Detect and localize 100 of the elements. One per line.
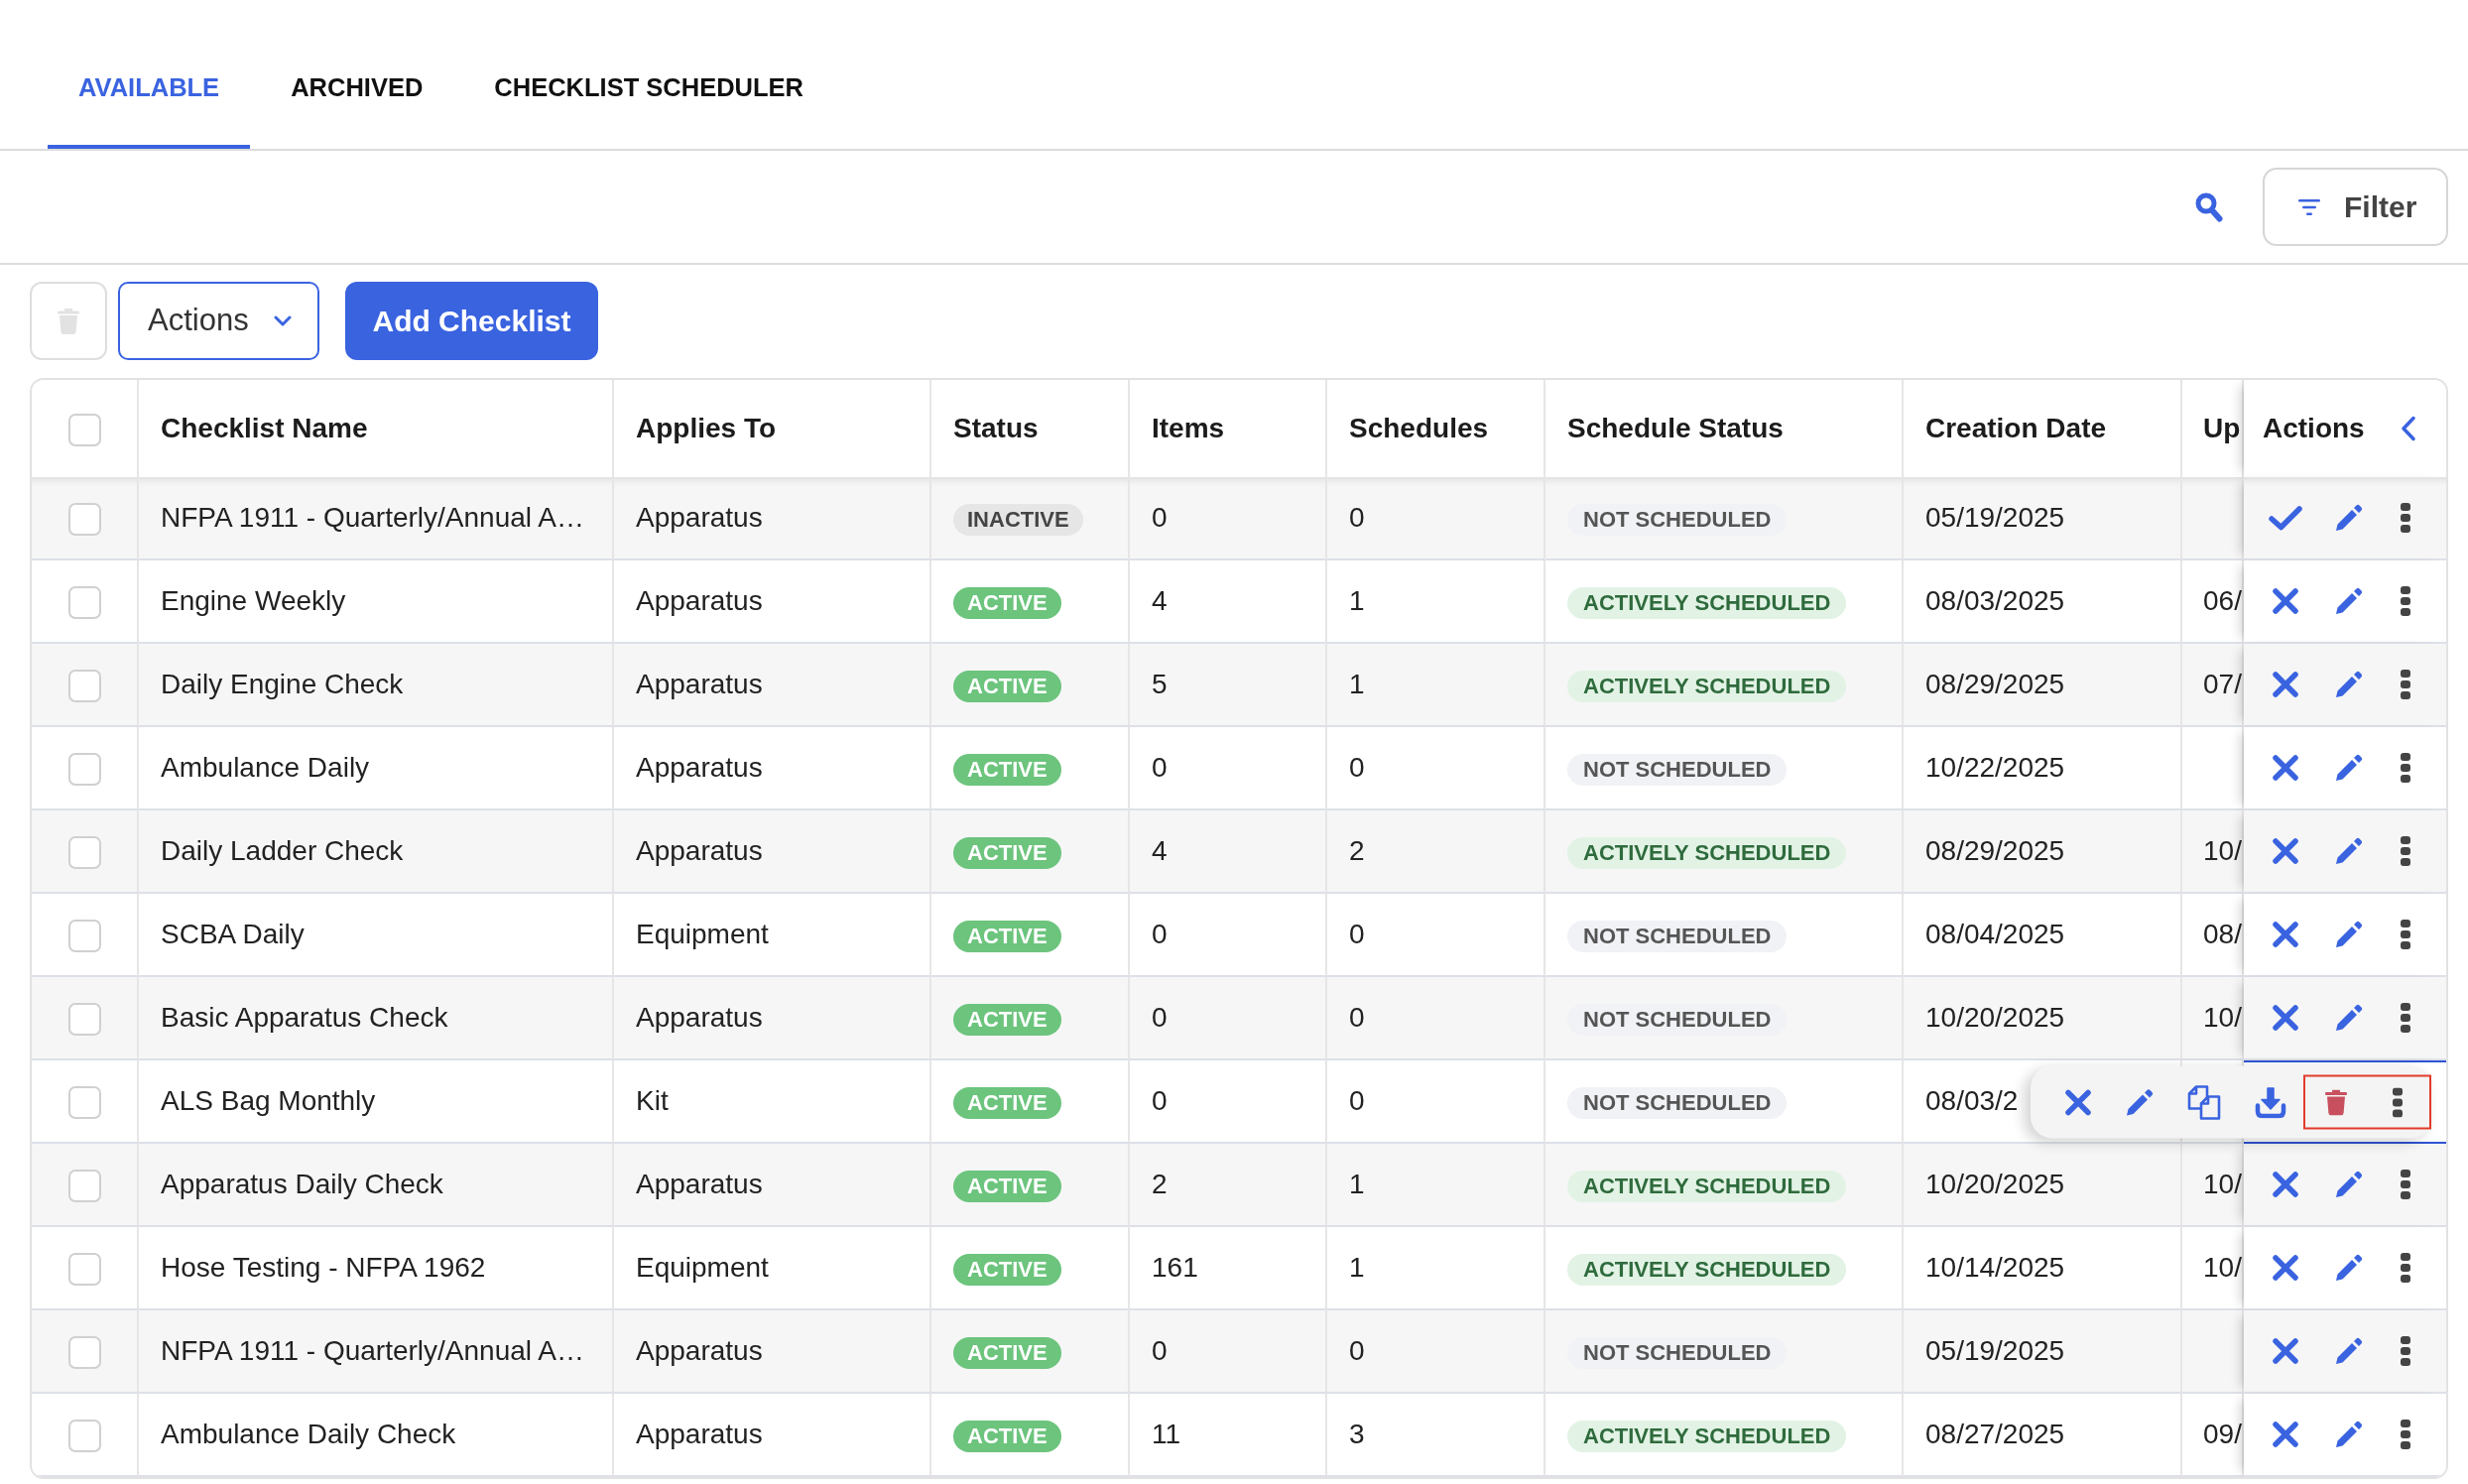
copy-icon[interactable]	[2187, 1084, 2221, 1120]
pencil-icon[interactable]	[2335, 1337, 2363, 1365]
item-count: 11	[1152, 1419, 1181, 1449]
pencil-icon[interactable]	[2335, 504, 2363, 532]
schedule-status-badge: NOT SCHEDULED	[1567, 921, 1788, 952]
status-badge: ACTIVE	[953, 1171, 1061, 1202]
row-checkbox[interactable]	[67, 1003, 101, 1037]
item-count: 0	[1152, 1002, 1168, 1033]
applies-to: Apparatus	[636, 1419, 763, 1449]
cross-icon[interactable]	[2272, 754, 2299, 782]
item-count: 0	[1152, 1335, 1168, 1366]
row-checkbox[interactable]	[67, 1170, 101, 1203]
schedule-count: 0	[1349, 1085, 1365, 1116]
schedule-status-badge: ACTIVELY SCHEDULED	[1567, 587, 1847, 619]
applies-to: Apparatus	[636, 669, 763, 699]
pencil-icon[interactable]	[2335, 754, 2363, 782]
applies-to: Apparatus	[636, 585, 763, 616]
checklist-name: Basic Apparatus Check	[161, 1002, 448, 1033]
caret-down-icon	[274, 315, 292, 326]
cross-icon[interactable]	[2272, 1421, 2299, 1448]
applies-to: Apparatus	[636, 752, 763, 783]
status-badge: ACTIVE	[953, 837, 1061, 869]
checkmark-icon[interactable]	[2268, 505, 2303, 531]
item-count: 161	[1152, 1252, 1198, 1283]
tab[interactable]: ARCHIVED	[260, 0, 454, 149]
pencil-icon[interactable]	[2335, 671, 2363, 698]
column-header: Up	[2203, 413, 2241, 443]
pencil-icon[interactable]	[2335, 837, 2363, 865]
pencil-icon[interactable]	[2335, 1421, 2363, 1448]
schedule-count: 2	[1349, 835, 1365, 866]
tab[interactable]: AVAILABLE	[48, 0, 251, 149]
row-checkbox[interactable]	[67, 586, 101, 620]
vertical-dots-icon[interactable]	[2393, 1087, 2403, 1117]
item-count: 0	[1152, 752, 1168, 783]
pencil-icon[interactable]	[2335, 1171, 2363, 1198]
select-all-checkbox[interactable]	[67, 414, 101, 447]
search-icon[interactable]	[2195, 191, 2223, 222]
checklist-name: Engine Weekly	[161, 585, 346, 616]
item-count: 0	[1152, 919, 1168, 949]
cross-icon[interactable]	[2272, 837, 2299, 865]
applies-to: Kit	[636, 1085, 669, 1116]
item-count: 4	[1152, 835, 1168, 866]
row-checkbox[interactable]	[67, 920, 101, 953]
cross-icon[interactable]	[2272, 587, 2299, 615]
chevron-left-icon[interactable]	[2401, 416, 2416, 441]
cross-icon[interactable]	[2272, 671, 2299, 698]
cross-icon[interactable]	[2272, 1254, 2299, 1282]
pencil-icon[interactable]	[2335, 587, 2363, 615]
cross-icon[interactable]	[2272, 1004, 2299, 1032]
schedule-count: 1	[1349, 1252, 1365, 1283]
row-checkbox[interactable]	[67, 1336, 101, 1370]
cross-icon[interactable]	[2064, 1088, 2092, 1116]
checklist-name: Ambulance Daily	[161, 752, 370, 783]
row-checkbox[interactable]	[67, 503, 101, 537]
vertical-dots-icon[interactable]	[2401, 670, 2410, 699]
tab[interactable]: CHECKLIST SCHEDULER	[463, 0, 834, 149]
cross-icon[interactable]	[2272, 1337, 2299, 1365]
pencil-icon[interactable]	[2126, 1088, 2154, 1116]
row-checkbox[interactable]	[67, 1086, 101, 1120]
download-icon[interactable]	[2255, 1086, 2286, 1118]
creation-date: 10/22/2025	[1925, 752, 2065, 783]
applies-to: Apparatus	[636, 502, 763, 533]
vertical-dots-icon[interactable]	[2401, 586, 2410, 616]
cross-icon[interactable]	[2272, 921, 2299, 948]
row-checkbox[interactable]	[67, 753, 101, 787]
pencil-icon[interactable]	[2335, 1004, 2363, 1032]
item-count: 0	[1152, 1085, 1168, 1116]
row-checkbox[interactable]	[67, 836, 101, 870]
vertical-dots-icon[interactable]	[2401, 836, 2410, 866]
row-checkbox[interactable]	[67, 1420, 101, 1453]
column-header: Status	[953, 413, 1039, 443]
item-count: 0	[1152, 502, 1168, 533]
vertical-dots-icon[interactable]	[2401, 1253, 2410, 1283]
column-header: Checklist Name	[161, 413, 368, 443]
date-text: 06/	[2203, 585, 2242, 616]
creation-date: 08/04/2025	[1925, 919, 2065, 949]
status-badge: ACTIVE	[953, 1254, 1061, 1286]
add-checklist-button[interactable]: Add Checklist	[345, 282, 598, 360]
vertical-dots-icon[interactable]	[2401, 503, 2410, 533]
schedule-status-badge: NOT SCHEDULED	[1567, 1004, 1788, 1036]
vertical-dots-icon[interactable]	[2401, 1420, 2410, 1449]
row-checkbox[interactable]	[67, 1253, 101, 1287]
vertical-dots-icon[interactable]	[2401, 1336, 2410, 1366]
schedule-count: 0	[1349, 1335, 1365, 1366]
schedule-status-badge: NOT SCHEDULED	[1567, 754, 1788, 786]
checklist-name: Daily Ladder Check	[161, 835, 404, 866]
vertical-dots-icon[interactable]	[2401, 1170, 2410, 1199]
trash-icon	[58, 308, 79, 334]
creation-date: 05/19/2025	[1925, 502, 2065, 533]
row-checkbox[interactable]	[67, 670, 101, 703]
vertical-dots-icon[interactable]	[2401, 753, 2410, 783]
pencil-icon[interactable]	[2335, 1254, 2363, 1282]
filter-button[interactable]: Filter	[2263, 168, 2448, 246]
cross-icon[interactable]	[2272, 1171, 2299, 1198]
schedule-count: 1	[1349, 585, 1365, 616]
vertical-dots-icon[interactable]	[2401, 1003, 2410, 1033]
vertical-dots-icon[interactable]	[2401, 920, 2410, 949]
trash-icon[interactable]	[2325, 1089, 2347, 1115]
actions-dropdown[interactable]: Actions	[118, 282, 319, 360]
pencil-icon[interactable]	[2335, 921, 2363, 948]
